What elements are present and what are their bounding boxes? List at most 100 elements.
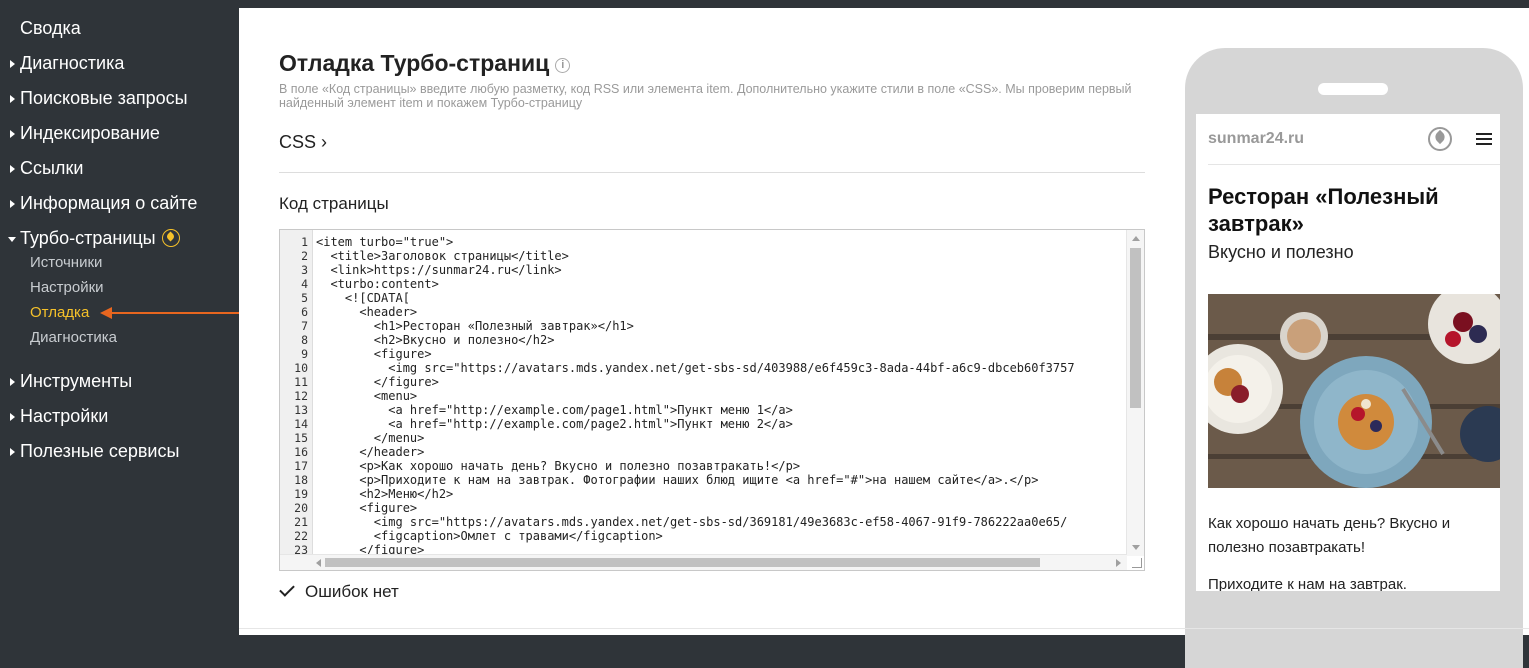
code-line: <h1>Ресторан «Полезный завтрак»</h1> — [316, 319, 634, 333]
caret-right-icon — [10, 448, 15, 456]
page-hint: В поле «Код страницы» введите любую разм… — [279, 82, 1132, 110]
sidebar-item-site-info[interactable]: Информация о сайте — [0, 189, 239, 224]
scroll-left-icon[interactable] — [316, 559, 321, 567]
vertical-scrollbar[interactable] — [1126, 230, 1144, 556]
sidebar-item-label: Диагностика — [20, 53, 125, 73]
code-line: </menu> — [316, 431, 425, 445]
code-line: <a href="http://example.com/page2.html">… — [316, 417, 793, 431]
code-line: <figcaption>Омлет с травами</figcaption> — [316, 529, 663, 543]
line-number: 5 — [301, 291, 308, 305]
main-bottom-border — [239, 628, 1529, 629]
validation-status: Ошибок нет — [279, 581, 399, 602]
horizontal-scroll-thumb[interactable] — [325, 558, 1040, 567]
code-line: <a href="http://example.com/page1.html">… — [316, 403, 793, 417]
preview-heading: Ресторан «Полезный завтрак» — [1208, 184, 1439, 236]
sidebar-item-summary[interactable]: Сводка — [0, 14, 239, 49]
sidebar-item-label: Индексирование — [20, 123, 160, 143]
line-number: 11 — [294, 375, 308, 389]
sidebar-item-diagnostics[interactable]: Диагностика — [0, 49, 239, 84]
preview-subheading: Вкусно и полезно — [1208, 242, 1354, 262]
line-number: 19 — [294, 487, 308, 501]
turbo-rocket-icon — [161, 229, 180, 247]
code-line: <p>Приходите к нам на завтрак. Фотографи… — [316, 473, 1039, 487]
sidebar-item-label: Поисковые запросы — [20, 88, 188, 108]
line-number: 10 — [294, 361, 308, 375]
sidebar-subitem-debug[interactable]: Отладка — [0, 303, 239, 328]
line-number: 9 — [301, 347, 308, 361]
phone-preview-frame: sunmar24.ru Ресторан «Полезный завтрак» … — [1185, 48, 1523, 668]
line-number: 1 — [301, 235, 308, 249]
hamburger-menu-icon[interactable] — [1476, 133, 1492, 145]
sidebar-item-label: Инструменты — [20, 371, 133, 391]
sidebar-item-label: Ссылки — [20, 158, 84, 178]
code-line: <figure> — [316, 347, 432, 361]
code-editor[interactable]: 1 2 3 4 5 6 7 8 9 10 11 12 13 14 15 16 17 18 19 20 21 22 23 <i… — [279, 229, 1145, 571]
page-title-text: Отладка Турбо-страниц — [279, 50, 550, 76]
line-number: 4 — [301, 277, 308, 291]
line-number: 16 — [294, 445, 308, 459]
line-number: 14 — [294, 417, 308, 431]
sidebar-item-label: Сводка — [20, 18, 81, 38]
turbo-submenu: Источники Настройки Отладка Диагностика — [0, 253, 239, 353]
code-line: <p>Как хорошо начать день? Вкусно и поле… — [316, 459, 801, 473]
line-number: 2 — [301, 249, 308, 263]
css-toggle[interactable]: CSS › — [279, 132, 327, 153]
pointer-arrow — [104, 312, 239, 314]
divider — [279, 172, 1145, 173]
preview-paragraph-2: Приходите к нам на завтрак. — [1208, 576, 1407, 591]
sidebar-item-label: Турбо-страницы — [20, 228, 156, 248]
sidebar-item-useful-services[interactable]: Полезные сервисы — [0, 437, 239, 472]
sidebar-item-settings[interactable]: Настройки — [0, 402, 239, 437]
line-number: 22 — [294, 529, 308, 543]
sidebar-subitem-diagnostics[interactable]: Диагностика — [0, 328, 239, 353]
sidebar-item-indexing[interactable]: Индексирование — [0, 119, 239, 154]
code-line: <title>Заголовок страницы</title> — [316, 249, 569, 263]
preview-breakfast-image — [1208, 294, 1500, 488]
caret-right-icon — [10, 200, 15, 208]
code-line: <menu> — [316, 389, 418, 403]
line-number: 8 — [301, 333, 308, 347]
code-line: <figure> — [316, 501, 418, 515]
line-number: 13 — [294, 403, 308, 417]
main-panel: Отладка Турбо-страниц i В поле «Код стран… — [239, 8, 1529, 668]
code-line: </header> — [316, 445, 425, 459]
preview-divider — [1208, 164, 1500, 165]
sidebar-subitem-settings[interactable]: Настройки — [0, 278, 239, 303]
breakfast-photo-icon — [1208, 294, 1500, 488]
line-number: 7 — [301, 319, 308, 333]
sidebar-item-tools[interactable]: Инструменты — [0, 367, 239, 402]
code-field-label: Код страницы — [279, 194, 389, 213]
line-number: 20 — [294, 501, 308, 515]
caret-right-icon — [10, 413, 15, 421]
preview-site-name[interactable]: sunmar24.ru — [1208, 130, 1304, 148]
code-line: <img src="https://avatars.mds.yandex.net… — [316, 515, 1068, 529]
vertical-scroll-thumb[interactable] — [1130, 248, 1141, 408]
validation-status-text: Ошибок нет — [305, 582, 399, 601]
sidebar: Сводка Диагностика Поисковые запросы Инд… — [0, 0, 239, 635]
sidebar-item-turbo-pages[interactable]: Турбо-страницы — [0, 224, 239, 259]
code-line: <link>https://sunmar24.ru</link> — [316, 263, 562, 277]
info-icon[interactable]: i — [555, 58, 571, 73]
arrow-left-icon — [100, 307, 112, 319]
sidebar-item-links[interactable]: Ссылки — [0, 154, 239, 189]
sidebar-item-label: Полезные сервисы — [20, 441, 180, 461]
scroll-right-icon[interactable] — [1116, 559, 1121, 567]
code-line: <h2>Меню</h2> — [316, 487, 454, 501]
line-number: 21 — [294, 515, 308, 529]
caret-right-icon — [10, 130, 15, 138]
code-textarea[interactable]: <item turbo="true"> <title>Заголовок стр… — [316, 235, 1122, 557]
code-line: <h2>Вкусно и полезно</h2> — [316, 333, 555, 347]
line-number: 6 — [301, 305, 308, 319]
turbo-rocket-icon — [1428, 127, 1452, 151]
line-number-gutter: 1 2 3 4 5 6 7 8 9 10 11 12 13 14 15 16 17 18 19 20 21 22 23 — [280, 230, 313, 560]
resize-handle-icon[interactable] — [1132, 558, 1142, 568]
checkmark-icon — [279, 581, 295, 597]
code-line: </figure> — [316, 375, 439, 389]
turbo-preview-screen[interactable]: sunmar24.ru Ресторан «Полезный завтрак» … — [1196, 114, 1500, 591]
sidebar-item-search-queries[interactable]: Поисковые запросы — [0, 84, 239, 119]
caret-right-icon — [10, 165, 15, 173]
scroll-down-icon[interactable] — [1132, 545, 1140, 550]
line-number: 12 — [294, 389, 308, 403]
horizontal-scrollbar[interactable] — [280, 554, 1127, 570]
scroll-up-icon[interactable] — [1132, 236, 1140, 241]
